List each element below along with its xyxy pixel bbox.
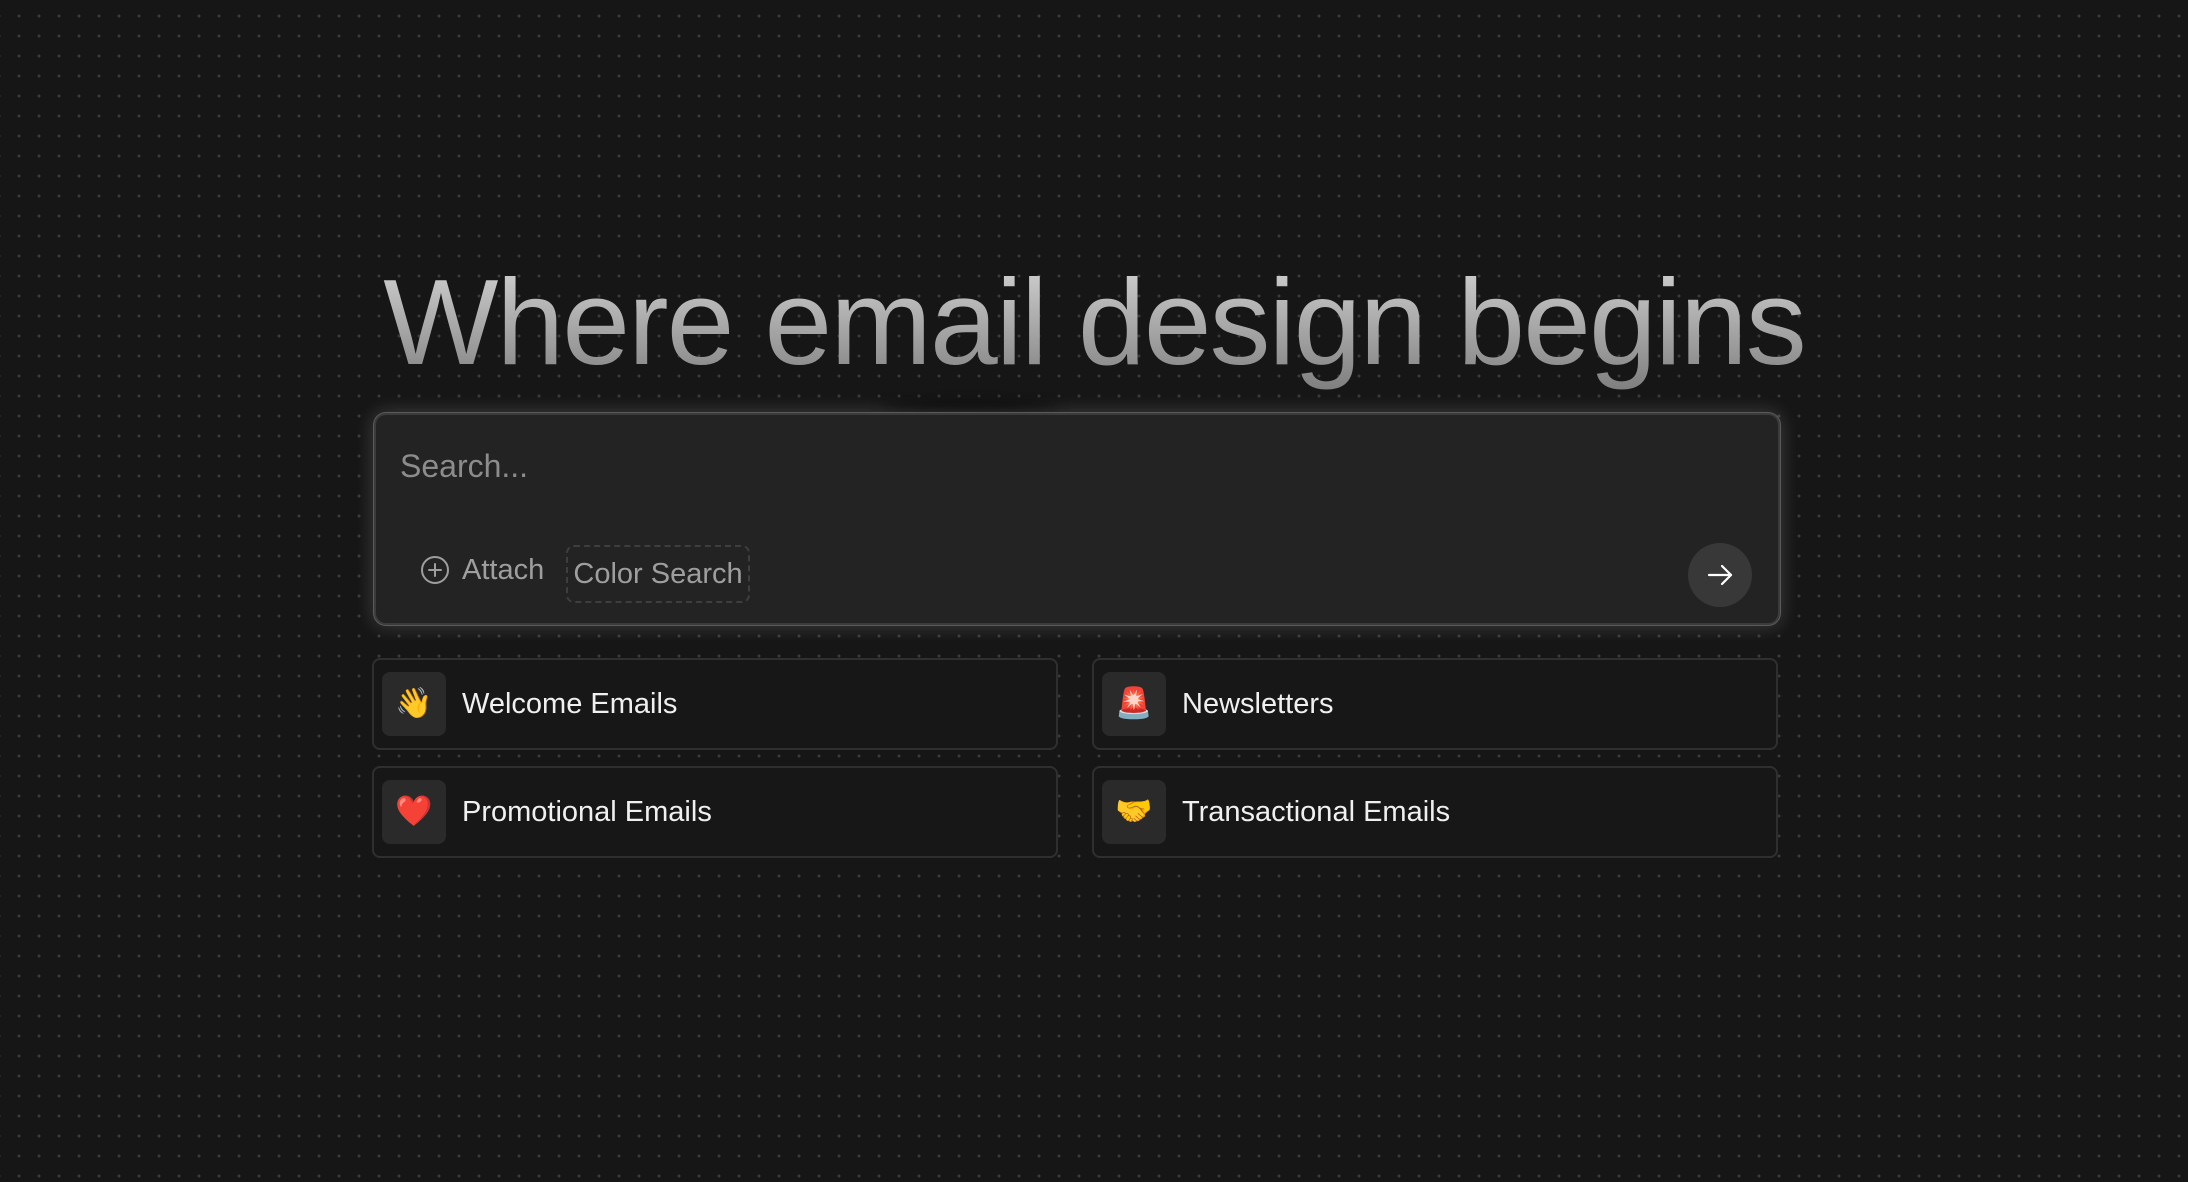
heart-icon: ❤️ — [382, 780, 446, 844]
submit-search-button[interactable] — [1688, 543, 1752, 607]
category-label: Transactional Emails — [1182, 795, 1451, 828]
siren-icon: 🚨 — [1102, 672, 1166, 736]
category-newsletters[interactable]: 🚨 Newsletters — [1092, 658, 1778, 750]
title-shadow — [880, 402, 1060, 412]
search-box: Attach Color Search — [374, 413, 1780, 625]
search-input[interactable] — [400, 441, 1700, 491]
color-search-label: Color Search — [573, 557, 743, 590]
attach-label: Attach — [462, 553, 545, 586]
category-label: Newsletters — [1182, 687, 1334, 720]
category-promotional-emails[interactable]: ❤️ Promotional Emails — [372, 766, 1058, 858]
category-label: Welcome Emails — [462, 687, 678, 720]
plus-circle-icon — [420, 555, 450, 585]
arrow-right-icon — [1707, 564, 1733, 586]
waving-hand-icon: 👋 — [382, 672, 446, 736]
color-search-button[interactable]: Color Search — [566, 545, 750, 603]
handshake-icon: 🤝 — [1102, 780, 1166, 844]
attach-button[interactable]: Attach — [420, 547, 544, 593]
category-transactional-emails[interactable]: 🤝 Transactional Emails — [1092, 766, 1778, 858]
category-label: Promotional Emails — [462, 795, 712, 828]
category-welcome-emails[interactable]: 👋 Welcome Emails — [372, 658, 1058, 750]
hero-title: Where email design begins — [0, 252, 2188, 392]
